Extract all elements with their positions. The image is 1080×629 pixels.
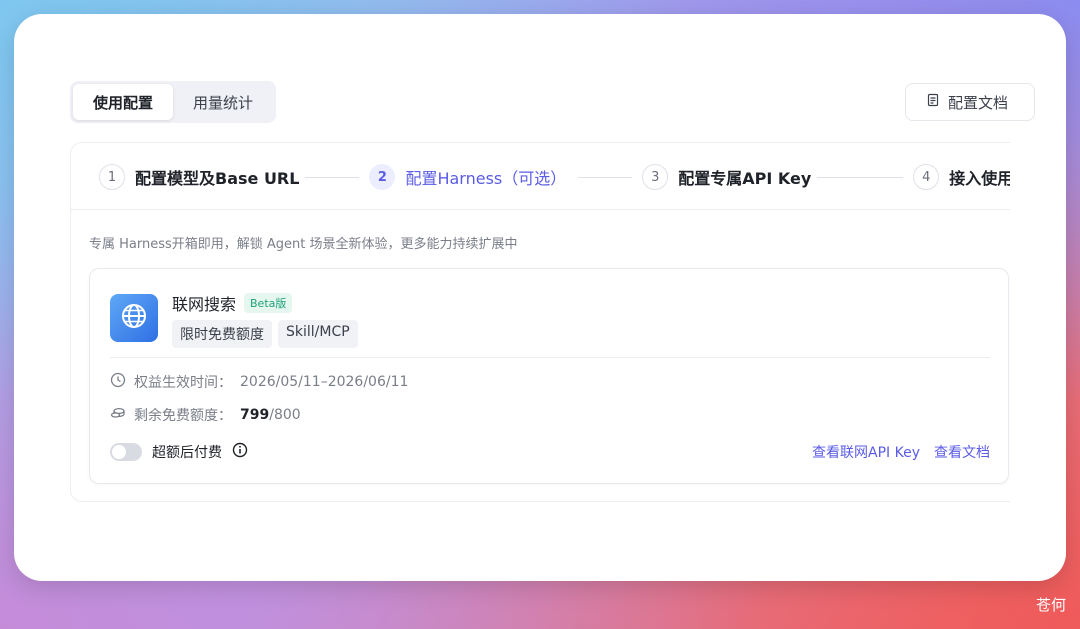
quota-row: 剩余免费额度： 799/800	[110, 405, 301, 425]
globe-icon	[119, 301, 149, 335]
step-number: 2	[369, 164, 396, 190]
step-3[interactable]: 3 配置专属API Key	[642, 164, 811, 190]
quota-remaining: 799	[240, 407, 270, 423]
main-card: 使用配置 用量统计 配置文档 1 配置模型及Base URL 2 配置Harne…	[14, 14, 1066, 581]
beta-badge: Beta版	[244, 293, 293, 313]
view-docs-link[interactable]: 查看文档	[934, 442, 990, 462]
tag-skill-mcp: Skill/MCP	[278, 320, 358, 348]
feature-title-row: 联网搜索 Beta版	[172, 291, 293, 315]
step-number: 4	[913, 164, 940, 190]
quota-label: 剩余免费额度：	[134, 408, 232, 424]
clock-icon	[110, 372, 126, 392]
period-row: 权益生效时间： 2026/05/11–2026/06/11	[110, 372, 408, 392]
step-number: 3	[642, 164, 669, 190]
config-panel: 1 配置模型及Base URL 2 配置Harness（可选） 3 配置专属AP…	[70, 142, 1010, 502]
tab-usage-config[interactable]: 使用配置	[73, 84, 174, 120]
step-number: 1	[99, 164, 125, 190]
web-search-logo	[110, 294, 158, 342]
harness-description: 专属 Harness开箱即用，解锁 Agent 场景全新体验，更多能力持续扩展中	[89, 237, 518, 252]
view-api-key-link[interactable]: 查看联网API Key	[812, 442, 920, 462]
overage-label: 超额后付费	[152, 445, 222, 461]
period-label: 权益生效时间：	[134, 375, 232, 391]
tab-usage-stats[interactable]: 用量统计	[173, 84, 273, 120]
web-search-card: 联网搜索 Beta版 限时免费额度 Skill/MCP 权益生效时间： 2026…	[89, 268, 1009, 484]
quota-total: /800	[269, 407, 301, 423]
feature-divider	[110, 357, 990, 358]
period-value: 2026/05/11–2026/06/11	[240, 374, 409, 390]
coins-icon	[110, 405, 126, 425]
watermark: 苍何	[1035, 596, 1066, 614]
stepper-divider	[71, 209, 1010, 210]
step-label: 配置Harness（可选）	[405, 169, 567, 188]
feature-tags: 限时免费额度 Skill/MCP	[172, 320, 358, 348]
content-area: 1 配置模型及Base URL 2 配置Harness（可选） 3 配置专属AP…	[70, 142, 1010, 512]
overage-row: 超额后付费	[110, 442, 248, 462]
step-connector	[305, 176, 360, 178]
step-connector	[817, 176, 904, 178]
info-icon[interactable]	[232, 442, 248, 462]
feature-links: 查看联网API Key 查看文档	[812, 442, 990, 462]
step-connector	[578, 176, 633, 178]
step-2[interactable]: 2 配置Harness（可选）	[369, 164, 566, 190]
config-docs-button[interactable]: 配置文档	[905, 83, 1035, 121]
step-label: 接入使用	[949, 169, 1010, 188]
config-docs-label: 配置文档	[948, 93, 1009, 112]
quota-value: 799/800	[240, 407, 301, 423]
stepper: 1 配置模型及Base URL 2 配置Harness（可选） 3 配置专属AP…	[99, 161, 1010, 193]
step-label: 配置模型及Base URL	[135, 169, 300, 188]
view-tabs: 使用配置 用量统计	[70, 81, 277, 123]
document-icon	[926, 93, 940, 111]
overage-billing-toggle[interactable]	[110, 443, 142, 461]
step-4[interactable]: 4 接入使用	[913, 164, 1010, 190]
tag-free-quota: 限时免费额度	[172, 320, 272, 348]
feature-title: 联网搜索	[172, 295, 237, 314]
step-1[interactable]: 1 配置模型及Base URL	[99, 164, 299, 190]
step-label: 配置专属API Key	[678, 169, 812, 188]
